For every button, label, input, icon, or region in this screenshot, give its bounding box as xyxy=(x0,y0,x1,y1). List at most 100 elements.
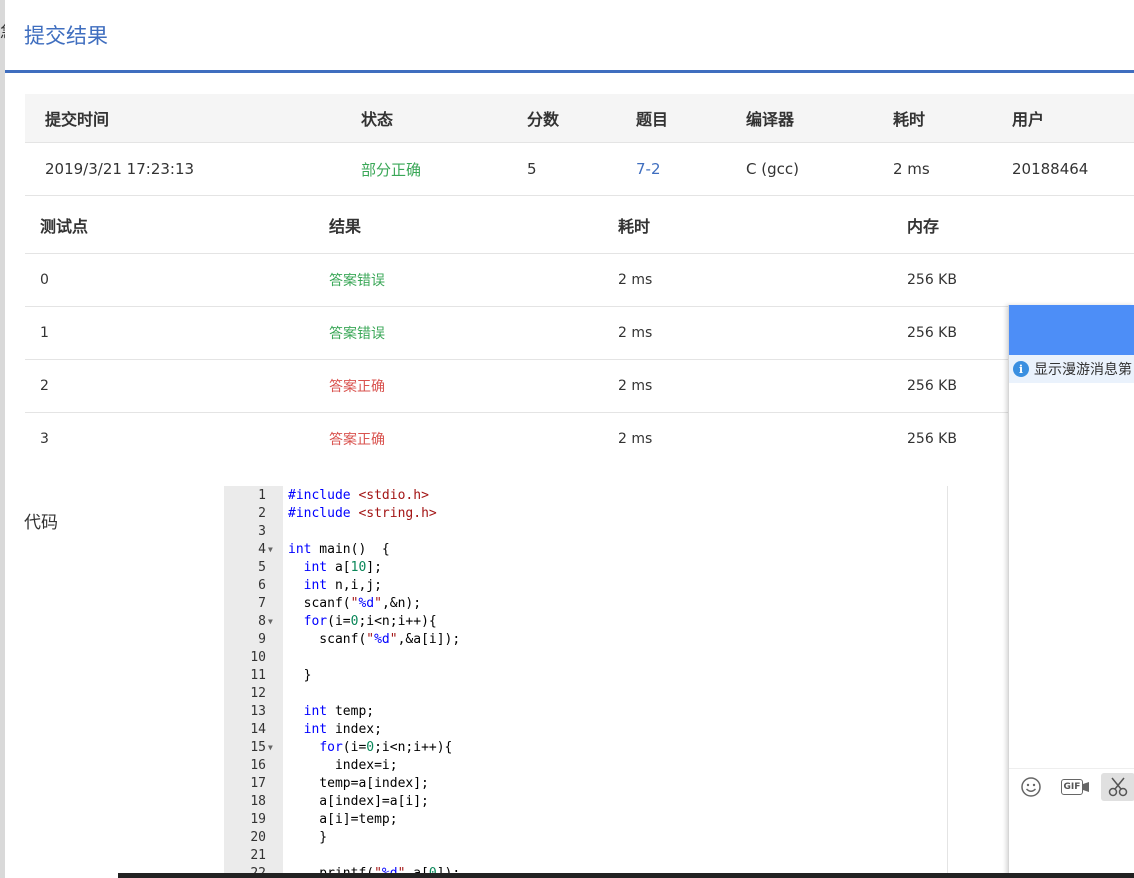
code-line: 14 int index; xyxy=(224,721,947,739)
code-line: 6 int n,i,j; xyxy=(224,577,947,595)
code-text: index=i; xyxy=(288,758,398,773)
header-problem: 题目 xyxy=(636,110,669,129)
code-text: for(i=0;i<n;i++){ xyxy=(303,614,437,629)
case-time: 2 ms xyxy=(618,431,653,447)
taskbar-edge xyxy=(118,873,1134,878)
code-text: int a[10]; xyxy=(303,560,382,575)
line-number: 1 xyxy=(258,488,266,503)
line-number: 17 xyxy=(250,776,266,791)
code-text: } xyxy=(288,830,328,845)
code-line: 15 ▼ for(i=0;i<n;i++){ xyxy=(224,739,947,757)
line-number: 3 xyxy=(258,524,266,539)
chat-header[interactable] xyxy=(1009,305,1134,355)
line-number: 2 xyxy=(258,506,266,521)
code-line: 4 ▼ int main() { xyxy=(224,541,947,559)
line-number: 11 xyxy=(250,668,266,683)
status-badge: 部分正确 xyxy=(361,160,422,179)
code-line: 10 xyxy=(224,649,947,667)
case-time: 2 ms xyxy=(618,325,653,341)
code-line: 2 #include <string.h> xyxy=(224,505,947,523)
scissors-icon[interactable] xyxy=(1101,773,1134,801)
line-number: 10 xyxy=(250,650,266,665)
code-line: 7 scanf("%d",&n); xyxy=(224,595,947,613)
code-text: a[index]=a[i]; xyxy=(288,794,429,809)
code-line: 20 } xyxy=(224,829,947,847)
compiler-value: C (gcc) xyxy=(746,160,799,178)
code-text: #include <stdio.h> xyxy=(288,488,429,503)
code-text: temp=a[index]; xyxy=(288,776,429,791)
header-result: 结果 xyxy=(329,217,362,236)
case-result: 答案错误 xyxy=(329,326,385,342)
submit-time: 2019/3/21 17:23:13 xyxy=(45,160,195,178)
code-line: 21 xyxy=(224,847,947,865)
submission-row: 2019/3/21 17:23:13 部分正确 5 7-2 C (gcc) 2 … xyxy=(25,143,1134,196)
table-row: 1 答案错误 2 ms 256 KB xyxy=(25,307,1134,360)
table-row: 2 答案正确 2 ms 256 KB xyxy=(25,360,1134,413)
case-time: 2 ms xyxy=(618,272,653,288)
chat-panel: i 显示漫游消息第 GIF xyxy=(1008,305,1134,878)
score-value: 5 xyxy=(527,160,537,178)
line-number: 13 xyxy=(250,704,266,719)
code-text: } xyxy=(288,668,312,683)
line-number: 18 xyxy=(250,794,266,809)
code-editor[interactable]: 1 #include <stdio.h> 2 #include <string.h> 3… xyxy=(224,486,948,878)
test-case-header: 测试点 结果 耗时 内存 xyxy=(25,197,1134,254)
line-number: 12 xyxy=(250,686,266,701)
submission-result-modal: 提交结果 提交时间 状态 分数 题目 编译器 耗时 用户 2019/3/21 1… xyxy=(5,0,1134,878)
gif-icon[interactable]: GIF xyxy=(1059,775,1091,799)
fold-arrow-icon[interactable]: ▼ xyxy=(268,739,278,757)
line-number: 6 xyxy=(258,578,266,593)
modal-header: 提交结果 xyxy=(5,0,1134,73)
test-case-table: 测试点 结果 耗时 内存 0 答案错误 2 ms 256 KB 1 答案错误 2… xyxy=(25,197,1134,465)
submission-table: 提交时间 状态 分数 题目 编译器 耗时 用户 2019/3/21 17:23:… xyxy=(25,94,1134,196)
line-number: 14 xyxy=(250,722,266,737)
code-text: scanf("%d",&a[i]); xyxy=(288,632,461,647)
code-line: 8 ▼ for(i=0;i<n;i++){ xyxy=(224,613,947,631)
line-number: 4 xyxy=(258,542,266,557)
header-status: 状态 xyxy=(361,110,394,129)
chat-notice-bar[interactable]: i 显示漫游消息第 xyxy=(1009,355,1134,383)
code-text: int main() { xyxy=(288,542,390,557)
problem-link[interactable]: 7-2 xyxy=(636,143,661,195)
case-result: 答案正确 xyxy=(329,432,385,448)
table-row: 3 答案正确 2 ms 256 KB xyxy=(25,413,1134,465)
code-text: scanf("%d",&n); xyxy=(288,596,422,611)
code-line: 12 xyxy=(224,685,947,703)
header-user: 用户 xyxy=(1012,110,1045,129)
line-number: 19 xyxy=(250,812,266,827)
case-id: 2 xyxy=(40,378,49,394)
code-text: for(i=0;i<n;i++){ xyxy=(319,740,453,755)
code-label: 代码 xyxy=(24,513,58,533)
case-time: 2 ms xyxy=(618,378,653,394)
case-id: 0 xyxy=(40,272,49,288)
fold-arrow-icon[interactable]: ▼ xyxy=(268,613,278,631)
submission-table-header: 提交时间 状态 分数 题目 编译器 耗时 用户 xyxy=(25,94,1134,143)
fold-arrow-icon[interactable]: ▼ xyxy=(268,541,278,559)
gif-label: GIF xyxy=(1060,779,1084,795)
header-memory: 内存 xyxy=(907,217,940,236)
code-line: 17 temp=a[index]; xyxy=(224,775,947,793)
line-number: 5 xyxy=(258,560,266,575)
code-line: 18 a[index]=a[i]; xyxy=(224,793,947,811)
info-icon: i xyxy=(1013,361,1029,377)
header-score: 分数 xyxy=(527,110,560,129)
roaming-message-text: 显示漫游消息第 xyxy=(1034,362,1132,378)
code-line: 13 int temp; xyxy=(224,703,947,721)
header-elapsed: 耗时 xyxy=(893,110,926,129)
code-line: 9 scanf("%d",&a[i]); xyxy=(224,631,947,649)
chat-toolbar: GIF xyxy=(1009,768,1134,805)
case-memory: 256 KB xyxy=(907,272,957,288)
code-line: 19 a[i]=temp; xyxy=(224,811,947,829)
header-compiler: 编译器 xyxy=(746,110,795,129)
code-line: 11 } xyxy=(224,667,947,685)
case-memory: 256 KB xyxy=(907,378,957,394)
code-line: 1 #include <stdio.h> xyxy=(224,487,947,505)
emoji-icon[interactable] xyxy=(1019,775,1043,799)
header-case-time: 耗时 xyxy=(618,217,651,236)
case-memory: 256 KB xyxy=(907,325,957,341)
modal-title: 提交结果 xyxy=(24,24,108,48)
header-case-id: 测试点 xyxy=(40,217,89,236)
case-result: 答案正确 xyxy=(329,379,385,395)
code-text: int index; xyxy=(303,722,382,737)
line-number: 16 xyxy=(250,758,266,773)
